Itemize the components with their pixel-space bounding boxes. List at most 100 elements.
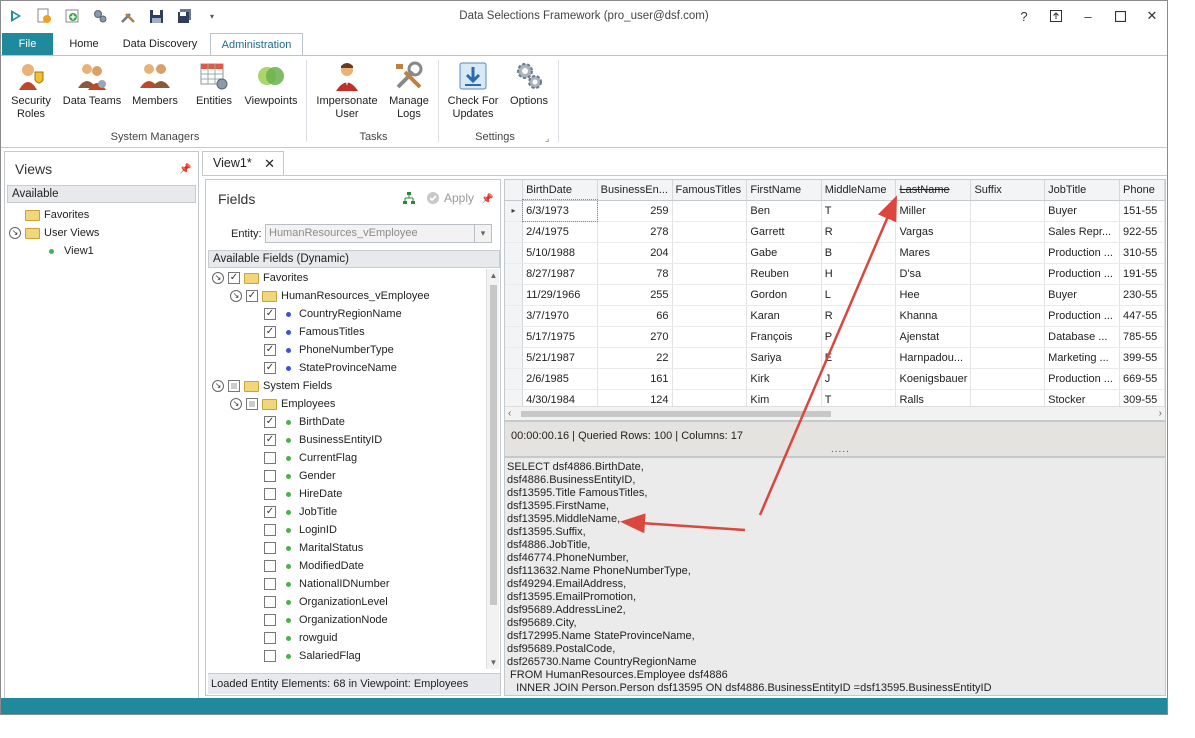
expand-icon[interactable]: ↘ <box>230 398 242 410</box>
table-cell[interactable]: H <box>821 263 897 285</box>
table-cell[interactable]: 191-55 <box>1119 263 1165 285</box>
checkbox[interactable] <box>246 398 258 410</box>
row-indicator[interactable] <box>505 347 524 369</box>
checkbox[interactable] <box>264 542 276 554</box>
pin-icon[interactable]: 📌 <box>481 194 493 205</box>
pin-icon[interactable]: 📌 <box>179 164 191 175</box>
table-cell[interactable]: 161 <box>597 368 673 390</box>
field-item[interactable]: LoginID <box>264 521 337 539</box>
favorites-node[interactable]: ↘ ✓ Favorites <box>212 269 308 287</box>
checkbox[interactable]: ✓ <box>246 290 258 302</box>
table-row[interactable]: 8/27/1987 78 Reuben H D'sa Production ... 191-… <box>505 263 1165 285</box>
tab-view1[interactable]: View1* ✕ <box>202 151 284 176</box>
checkbox[interactable]: ✓ <box>228 272 240 284</box>
splitter-handle[interactable]: ..... <box>831 444 850 455</box>
table-cell[interactable]: 5/10/1988 <box>522 242 598 264</box>
table-cell[interactable] <box>672 326 748 348</box>
table-cell[interactable]: Mares <box>895 242 972 264</box>
scroll-thumb[interactable] <box>521 411 831 417</box>
table-cell[interactable]: Marketing ... <box>1044 347 1121 369</box>
table-cell[interactable]: 785-55 <box>1119 326 1165 348</box>
column-header[interactable]: Suffix <box>970 180 1046 201</box>
checkbox[interactable]: ✓ <box>264 362 276 374</box>
table-row[interactable]: 5/17/1975 270 François P Ajenstat Database ..… <box>505 326 1165 348</box>
system-fields-node[interactable]: ↘ System Fields <box>212 377 332 395</box>
checkbox[interactable] <box>264 470 276 482</box>
views-favorites-item[interactable]: Favorites <box>25 206 89 224</box>
table-cell[interactable] <box>672 200 748 222</box>
table-cell[interactable] <box>672 221 748 243</box>
hierarchy-icon[interactable] <box>402 191 416 208</box>
table-cell[interactable]: 5/17/1975 <box>522 326 598 348</box>
row-indicator[interactable]: ▸ <box>505 200 524 222</box>
field-item[interactable]: HireDate <box>264 485 342 503</box>
fav-entity-node[interactable]: ↘ ✓ HumanResources_vEmployee <box>230 287 430 305</box>
scroll-right-icon[interactable]: › <box>1159 407 1162 420</box>
field-item[interactable]: ✓ StateProvinceName <box>264 359 397 377</box>
table-cell[interactable]: Production ... <box>1044 263 1121 285</box>
column-header[interactable]: JobTitle <box>1044 180 1121 201</box>
table-cell[interactable]: 399-55 <box>1119 347 1165 369</box>
column-header[interactable]: FirstName <box>746 180 822 201</box>
apply-button[interactable]: Apply <box>426 191 474 205</box>
table-cell[interactable] <box>970 368 1046 390</box>
table-cell[interactable]: Garrett <box>746 221 822 243</box>
table-cell[interactable]: 310-55 <box>1119 242 1165 264</box>
column-header[interactable]: BusinessEn... <box>597 180 673 201</box>
views-view1-item[interactable]: View1 <box>49 242 94 260</box>
table-cell[interactable]: T <box>821 200 897 222</box>
column-header[interactable]: BirthDate <box>522 180 598 201</box>
table-cell[interactable]: Gabe <box>746 242 822 264</box>
close-icon[interactable]: ✕ <box>1143 7 1161 25</box>
table-cell[interactable] <box>970 263 1046 285</box>
row-indicator[interactable] <box>505 284 524 306</box>
field-item[interactable]: Gender <box>264 467 336 485</box>
table-cell[interactable] <box>970 221 1046 243</box>
table-cell[interactable] <box>672 347 748 369</box>
table-cell[interactable] <box>970 200 1046 222</box>
column-header[interactable]: FamousTitles <box>672 180 748 201</box>
table-cell[interactable]: 66 <box>597 305 673 327</box>
impersonate-user-button[interactable]: Impersonate User <box>313 60 381 121</box>
field-item[interactable]: ✓ CountryRegionName <box>264 305 402 323</box>
checkbox[interactable] <box>264 560 276 572</box>
field-item[interactable]: CurrentFlag <box>264 449 357 467</box>
table-row[interactable]: 11/29/1966 255 Gordon L Hee Buyer 230-55 <box>505 284 1165 306</box>
viewpoints-button[interactable]: Viewpoints <box>241 60 301 108</box>
table-cell[interactable]: Harnpadou... <box>895 347 972 369</box>
checkbox[interactable] <box>264 452 276 464</box>
table-cell[interactable]: Buyer <box>1044 284 1121 306</box>
table-cell[interactable]: 3/7/1970 <box>522 305 598 327</box>
table-cell[interactable] <box>970 242 1046 264</box>
table-cell[interactable]: R <box>821 221 897 243</box>
table-row[interactable]: ▸ 6/3/1973 259 Ben T Miller Buyer 151-55 <box>505 199 1165 222</box>
table-row[interactable]: 2/4/1975 278 Garrett R Vargas Sales Repr... 92… <box>505 221 1165 243</box>
table-cell[interactable]: 259 <box>597 200 673 222</box>
table-cell[interactable] <box>672 305 748 327</box>
table-cell[interactable] <box>970 305 1046 327</box>
table-cell[interactable]: L <box>821 284 897 306</box>
options-button[interactable]: Options <box>507 60 551 108</box>
checkbox[interactable] <box>228 380 240 392</box>
employees-node[interactable]: ↘ Employees <box>230 395 335 413</box>
table-cell[interactable]: 204 <box>597 242 673 264</box>
data-teams-button[interactable]: Data Teams <box>61 60 123 108</box>
field-item[interactable]: ✓ FamousTitles <box>264 323 365 341</box>
table-cell[interactable]: Production ... <box>1044 368 1121 390</box>
field-item[interactable]: rowguid <box>264 629 338 647</box>
table-cell[interactable]: Sariya <box>746 347 822 369</box>
table-cell[interactable]: 22 <box>597 347 673 369</box>
chevron-down-icon[interactable]: ▾ <box>474 225 491 242</box>
expand-icon[interactable]: ↘ <box>212 380 224 392</box>
table-row[interactable]: 3/7/1970 66 Karan R Khanna Production ... 447-… <box>505 305 1165 327</box>
table-cell[interactable]: 922-55 <box>1119 221 1165 243</box>
table-cell[interactable] <box>970 347 1046 369</box>
tab-home[interactable]: Home <box>63 33 105 56</box>
table-cell[interactable]: Vargas <box>895 221 972 243</box>
table-cell[interactable] <box>672 284 748 306</box>
table-cell[interactable]: 6/3/1973 <box>521 199 599 222</box>
column-header[interactable]: LastName <box>895 180 972 201</box>
table-cell[interactable]: 255 <box>597 284 673 306</box>
table-cell[interactable]: D'sa <box>895 263 972 285</box>
checkbox[interactable]: ✓ <box>264 416 276 428</box>
